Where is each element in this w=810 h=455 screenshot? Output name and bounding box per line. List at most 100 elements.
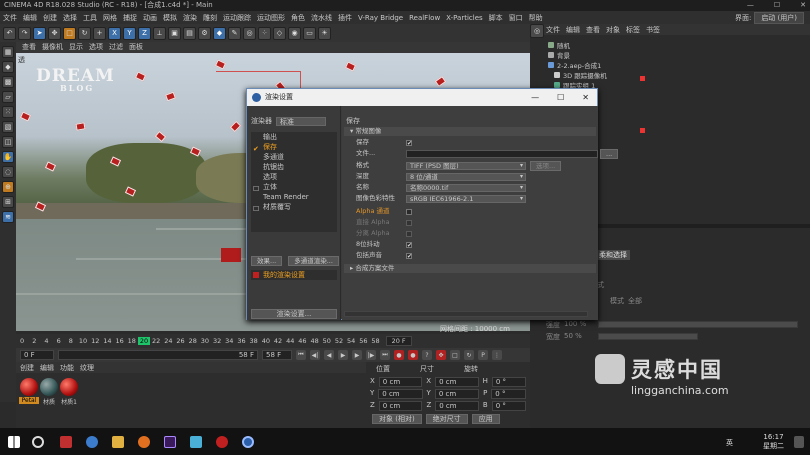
apply-button[interactable]: 应用	[471, 414, 500, 424]
mat-menu-create[interactable]: 创建	[20, 364, 34, 372]
param-key-icon[interactable]: P	[478, 350, 488, 360]
settings-item-antialiasing[interactable]: 抗锯齿	[251, 162, 337, 172]
camera-icon[interactable]: ▭	[303, 26, 316, 40]
app-icon[interactable]	[138, 436, 150, 448]
coord-mode-select[interactable]: 对象 (相对)	[372, 414, 422, 424]
deformer-icon[interactable]: ◇	[273, 26, 286, 40]
mat-menu-edit[interactable]: 编辑	[40, 364, 54, 372]
input-language-indicator[interactable]: 英	[726, 438, 733, 448]
planar-workplane-icon[interactable]: ≋	[2, 211, 14, 223]
app-icon[interactable]	[216, 436, 228, 448]
checkbox[interactable]	[253, 194, 259, 200]
redo-icon[interactable]: ↷	[18, 26, 31, 40]
pen-icon[interactable]: ✎	[228, 26, 241, 40]
rotate-icon[interactable]: ↻	[78, 26, 91, 40]
menu-create[interactable]: 创建	[43, 13, 57, 23]
enable-axis-icon[interactable]: ✋	[2, 151, 14, 163]
folder-icon[interactable]	[112, 436, 124, 448]
menu-help[interactable]: 帮助	[529, 13, 543, 23]
prev-frame-icon[interactable]: ◀	[324, 350, 334, 360]
settings-item-stereo[interactable]: ☐ 立体	[251, 182, 337, 193]
material-petal-thumb[interactable]	[20, 378, 38, 396]
width-slider[interactable]	[598, 333, 698, 340]
cinema4d-icon[interactable]	[242, 436, 254, 448]
mat-menu-texture[interactable]: 纹理	[80, 364, 94, 372]
vp-menu-view[interactable]: 查看	[22, 42, 36, 53]
object-row[interactable]: 3D 跟踪摄像机	[554, 70, 607, 80]
obj-menu-edit[interactable]: 编辑	[566, 27, 580, 34]
x-axis-icon[interactable]: X	[108, 26, 121, 40]
notification-icon[interactable]	[794, 436, 804, 448]
psr-icon[interactable]: ◎	[530, 24, 544, 38]
scale-icon[interactable]: □	[63, 26, 76, 40]
vp-menu-panel[interactable]: 面板	[129, 42, 143, 53]
dialog-maximize-button[interactable]: ☐	[557, 89, 564, 106]
browser-icon[interactable]	[86, 436, 98, 448]
size-z-field[interactable]: 0 cm	[435, 401, 479, 411]
dialog-close-button[interactable]: ✕	[582, 89, 589, 106]
vp-menu-cameras[interactable]: 摄像机	[42, 42, 63, 53]
my-render-setting[interactable]: 我的渲染设置	[251, 270, 337, 280]
timeline-ruler[interactable]: 0 2 4 6 8 10 12 14 16 18 20 22 24 26 28 …	[16, 334, 530, 348]
subdivision-icon[interactable]: ◎	[243, 26, 256, 40]
checkbox[interactable]: ☐	[253, 204, 259, 213]
maximize-button[interactable]: ☐	[774, 0, 780, 11]
timeline-playhead[interactable]: 20	[137, 337, 151, 345]
settings-item-team-render[interactable]: Team Render	[251, 192, 337, 202]
tweak-icon[interactable]: ◌	[2, 166, 14, 178]
format-select[interactable]: TIFF (PSD 图层)	[406, 161, 526, 170]
pos-y-field[interactable]: 0 cm	[378, 389, 423, 399]
checkbox[interactable]	[253, 164, 259, 170]
save-checkbox[interactable]: ✔	[406, 139, 412, 146]
section-general-image[interactable]: ▾ 常规图像	[344, 127, 596, 136]
go-to-end-icon[interactable]: ⏭	[380, 350, 390, 360]
cube-icon[interactable]: ◆	[213, 26, 226, 40]
current-frame-field[interactable]: 20 F	[385, 336, 412, 346]
strength-slider[interactable]	[598, 321, 798, 328]
renderer-select[interactable]: 标准	[276, 116, 326, 126]
end-frame-field[interactable]: 58 F	[262, 350, 292, 360]
rot-b-field[interactable]: 0 °	[491, 401, 526, 411]
move-icon[interactable]: ✥	[48, 26, 61, 40]
polygons-mode-icon[interactable]: ◫	[2, 136, 14, 148]
material-2-thumb[interactable]	[60, 378, 78, 396]
texture-mode-icon[interactable]: ▩	[2, 76, 14, 88]
rot-p-field[interactable]: 0 °	[491, 389, 526, 399]
effect-button[interactable]: 效果...	[251, 256, 283, 266]
checkbox[interactable]	[253, 174, 259, 180]
vp-menu-filter[interactable]: 过滤	[109, 42, 123, 53]
material-1-thumb[interactable]	[40, 378, 58, 396]
menu-script[interactable]: 脚本	[489, 13, 503, 23]
settings-item-material-override[interactable]: ☐ 材质覆写	[251, 202, 337, 213]
coord-size-select[interactable]: 绝对尺寸	[425, 414, 468, 424]
menu-render[interactable]: 渲染	[183, 13, 197, 23]
cortana-icon[interactable]	[32, 436, 44, 448]
obj-menu-file[interactable]: 文件	[546, 27, 560, 34]
object-row[interactable]: 2-2.aep-合成1	[548, 60, 601, 70]
menu-edit[interactable]: 编辑	[23, 13, 37, 23]
position-key-icon[interactable]: ✥	[436, 350, 446, 360]
environment-icon[interactable]: ◉	[288, 26, 301, 40]
file-path-input[interactable]	[406, 149, 598, 158]
menu-tools[interactable]: 工具	[83, 13, 97, 23]
menu-mograph[interactable]: 运动图形	[257, 13, 285, 23]
start-frame-field[interactable]: 0 F	[20, 350, 54, 360]
width-value[interactable]: 50 %	[564, 332, 582, 340]
color-profile-select[interactable]: sRGB IEC61966-2.1	[406, 194, 526, 203]
menu-file[interactable]: 文件	[3, 13, 17, 23]
minimize-button[interactable]: —	[747, 0, 754, 11]
menu-simulate[interactable]: 模拟	[163, 13, 177, 23]
y-axis-icon[interactable]: Y	[123, 26, 136, 40]
rot-h-field[interactable]: 0 °	[491, 377, 527, 387]
coordinate-system-icon[interactable]: ⟂	[153, 26, 166, 40]
menu-animate[interactable]: 动画	[143, 13, 157, 23]
tab-soft-selection[interactable]: 柔和选择	[596, 250, 630, 260]
depth-select[interactable]: 8 位/通道	[406, 172, 526, 181]
edges-mode-icon[interactable]: ▧	[2, 121, 14, 133]
menu-mesh[interactable]: 网格	[103, 13, 117, 23]
obj-menu-bookmarks[interactable]: 书签	[646, 27, 660, 34]
next-frame-icon[interactable]: ▶	[352, 350, 362, 360]
play-icon[interactable]: ▶	[338, 350, 348, 360]
render-settings-button[interactable]: 渲染设置...	[251, 309, 337, 319]
windows-start-icon[interactable]	[8, 436, 20, 448]
